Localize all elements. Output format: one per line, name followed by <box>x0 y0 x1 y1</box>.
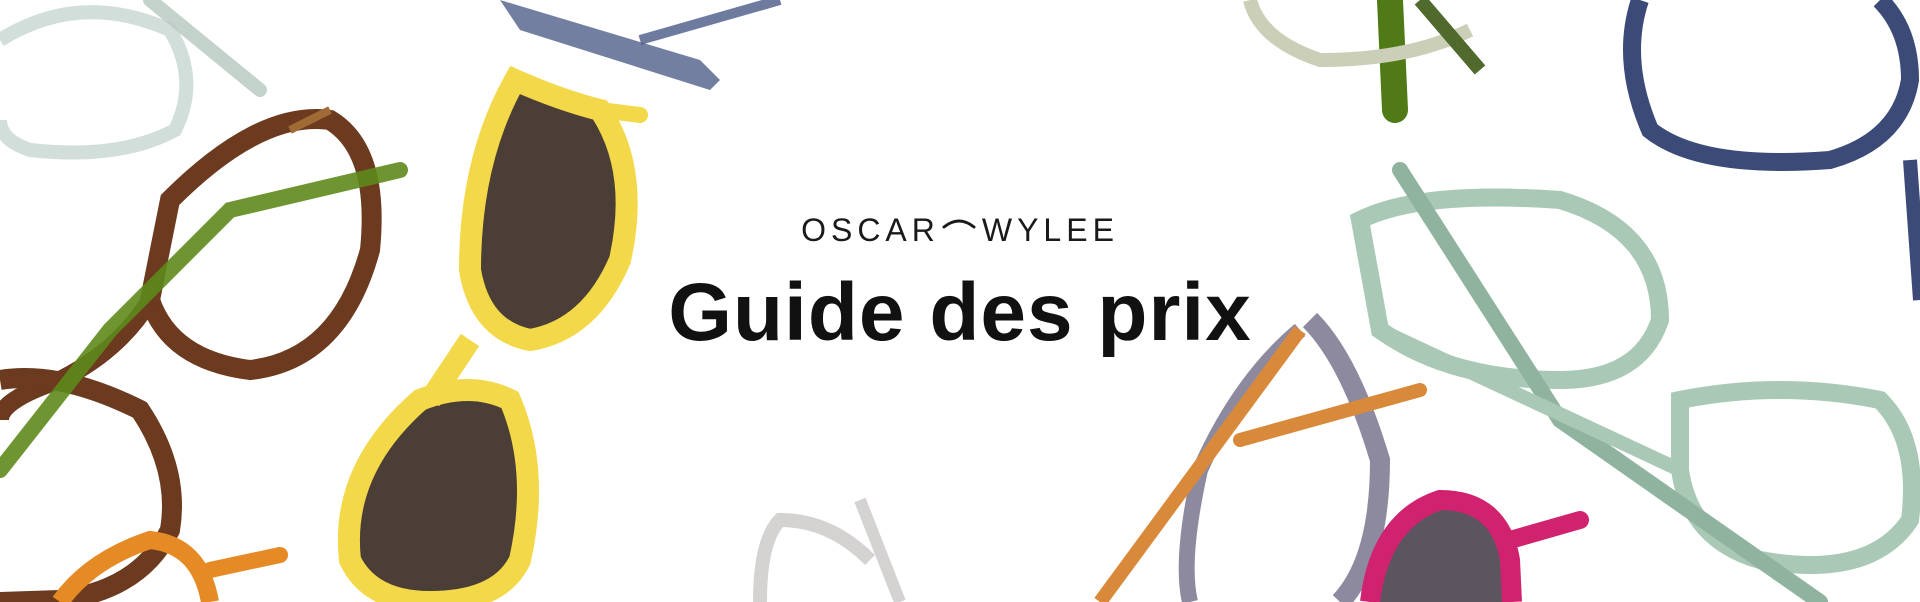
clear-glasses-bottom-center-icon <box>753 497 906 602</box>
page-title: Guide des prix <box>668 267 1252 358</box>
price-guide-banner: OSCAR WYLEE Guide des prix <box>0 0 1920 602</box>
clear-glasses-top-right-icon <box>1243 0 1486 75</box>
navy-frame-top-icon <box>500 0 782 90</box>
brand-name-left: OSCAR <box>801 212 940 248</box>
clear-glasses-top-left-icon <box>0 0 267 160</box>
brow-arc-icon <box>942 219 976 229</box>
brand-name-right: WYLEE <box>981 212 1119 248</box>
magenta-glasses-icon <box>1360 489 1589 602</box>
brand-logo: OSCAR WYLEE <box>801 210 1119 250</box>
banner-headline: OSCAR WYLEE Guide des prix <box>0 210 1920 358</box>
